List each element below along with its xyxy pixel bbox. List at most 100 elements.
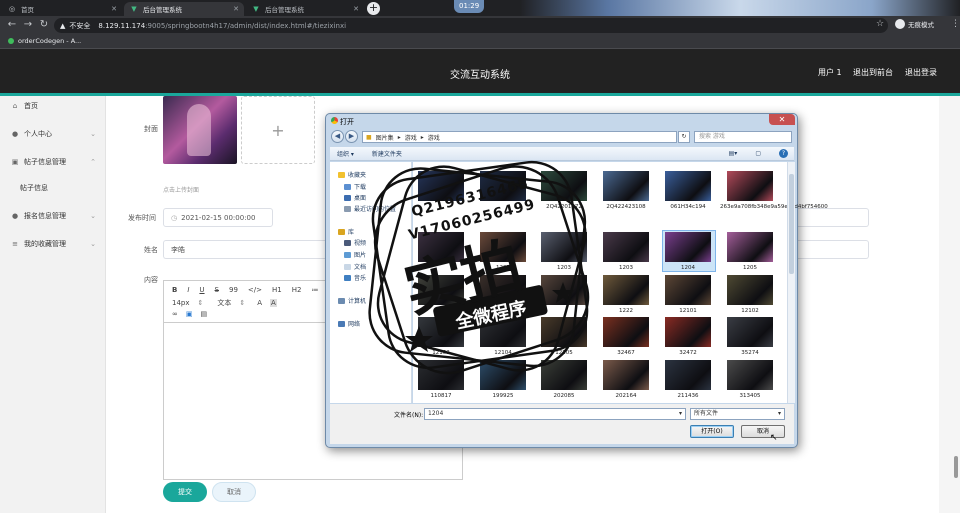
file-thumbnail-image[interactable]	[727, 171, 773, 201]
sidebar-item-posts[interactable]: ▣ 帖子信息管理 ⌃	[0, 151, 106, 173]
publish-time-input[interactable]: ◷ 2021-02-15 00:00:00	[163, 208, 273, 227]
forward-icon[interactable]: →	[22, 19, 34, 31]
nav-network[interactable]: 网络	[338, 319, 360, 328]
url-input[interactable]: ▲ 不安全 8.129.11.174 :9005/springbootn4h17…	[54, 18, 888, 33]
menu-icon[interactable]: ⋮	[951, 19, 960, 29]
file-thumbnail-image[interactable]	[541, 317, 587, 347]
dialog-breadcrumb[interactable]: ■ 图片集 ▸ 游戏 ▸ 游戏	[362, 131, 677, 143]
dialog-cancel-button[interactable]: 取消	[741, 425, 785, 438]
file-thumbnail-image[interactable]	[727, 275, 773, 305]
submit-button[interactable]: 提交	[163, 482, 207, 502]
file-thumbnail-image[interactable]	[665, 232, 711, 262]
file-thumbnail-image[interactable]	[603, 360, 649, 390]
file-thumbnail-image[interactable]	[665, 360, 711, 390]
file-thumbnail-image[interactable]	[603, 317, 649, 347]
file-thumbnail-image[interactable]	[541, 275, 587, 305]
file-thumbnail-image[interactable]	[603, 275, 649, 305]
scrollbar-thumb[interactable]	[954, 456, 958, 478]
ordered-list-button[interactable]: ≔	[311, 286, 318, 294]
file-thumbnail-image[interactable]	[727, 317, 773, 347]
refresh-icon[interactable]: ↻	[678, 131, 690, 143]
profile-button[interactable]: 无痕模式	[895, 19, 934, 29]
reload-icon[interactable]: ↻	[38, 19, 50, 31]
browser-tab-1[interactable]: ▼ 后台管理系统 ✕	[124, 2, 244, 16]
right-input-fragment[interactable]	[795, 208, 869, 227]
file-thumbnail-image[interactable]	[603, 232, 649, 262]
image-icon[interactable]: ▣	[186, 310, 193, 318]
file-thumbnail-image[interactable]	[480, 360, 526, 390]
header-front-link[interactable]: 退出到前台	[853, 67, 893, 78]
nav-computer[interactable]: 计算机	[338, 296, 366, 305]
file-thumbnail-image[interactable]	[480, 275, 526, 305]
dialog-close-button[interactable]: ✕	[769, 114, 795, 125]
quote-button[interactable]: 99	[229, 286, 238, 294]
bold-button[interactable]: B	[172, 286, 177, 294]
font-type-select[interactable]: 文本	[217, 298, 231, 308]
file-thumbnail-image[interactable]	[541, 171, 587, 201]
file-thumbnail-image[interactable]	[665, 171, 711, 201]
file-thumbnail-image[interactable]	[418, 360, 464, 390]
right-input-fragment[interactable]	[795, 240, 869, 259]
close-icon[interactable]: ✕	[353, 5, 359, 13]
file-thumbnail-image[interactable]	[480, 317, 526, 347]
file-thumbnail-image[interactable]	[480, 171, 526, 201]
file-thumbnail-image[interactable]	[665, 317, 711, 347]
filename-input[interactable]: 1204 ▾	[424, 408, 686, 420]
font-size-select[interactable]: 14px	[172, 299, 190, 307]
file-thumbnail-image[interactable]	[727, 232, 773, 262]
code-button[interactable]: </>	[248, 286, 262, 294]
crumb[interactable]: 游戏	[428, 133, 440, 142]
dialog-scrollbar[interactable]	[787, 162, 795, 403]
sidebar-item-personal[interactable]: ● 个人中心 ⌄	[0, 123, 106, 145]
file-thumbnail-image[interactable]	[541, 232, 587, 262]
file-thumbnail-image[interactable]	[418, 317, 464, 347]
sidebar-item-favorites[interactable]: ≡ 我的收藏管理 ⌄	[0, 233, 106, 255]
crumb[interactable]: 图片集	[376, 133, 394, 142]
video-icon[interactable]: ▤	[200, 310, 207, 318]
nav-desktop[interactable]: 桌面	[344, 193, 366, 202]
sidebar-subitem-post-info[interactable]: 帖子信息	[0, 177, 106, 199]
nav-videos[interactable]: 视频	[344, 238, 366, 247]
close-icon[interactable]: ✕	[233, 5, 239, 13]
view-options-icon[interactable]: ▤▾	[729, 150, 738, 157]
link-icon[interactable]: ∞	[172, 310, 178, 318]
cancel-button[interactable]: 取消	[212, 482, 256, 502]
upload-button[interactable]: +	[241, 96, 315, 164]
sidebar-item-signups[interactable]: ● 报名信息管理 ⌄	[0, 205, 106, 227]
preview-pane-icon[interactable]: ▢	[755, 150, 761, 157]
file-thumbnail-image[interactable]	[480, 232, 526, 262]
dialog-forward-icon[interactable]: ▶	[345, 130, 358, 143]
header-user-link[interactable]: 用户 1	[818, 67, 842, 78]
filetype-select[interactable]: 所有文件 ▾	[690, 408, 785, 420]
file-thumbnail-image[interactable]	[603, 171, 649, 201]
font-color-icon[interactable]: A	[257, 299, 262, 307]
help-icon[interactable]: ?	[779, 149, 788, 158]
underline-button[interactable]: U	[199, 286, 204, 294]
browser-tab-0[interactable]: ◎ 首页 ✕	[2, 2, 122, 16]
file-thumbnail-image[interactable]	[418, 171, 464, 201]
dialog-back-icon[interactable]: ◀	[331, 130, 344, 143]
new-folder-button[interactable]: 新建文件夹	[372, 149, 402, 158]
nav-downloads[interactable]: 下载	[344, 182, 366, 191]
chevron-down-icon[interactable]: ▾	[679, 409, 682, 419]
dialog-open-button[interactable]: 打开(O)	[690, 425, 734, 438]
header-logout-link[interactable]: 退出登录	[905, 67, 937, 78]
page-scrollbar[interactable]	[939, 96, 960, 513]
scrollbar-thumb[interactable]	[789, 174, 794, 274]
new-tab-button[interactable]: +	[367, 2, 380, 15]
sidebar-item-home[interactable]: ⌂ 首页	[0, 95, 106, 117]
strike-button[interactable]: S	[215, 286, 219, 294]
file-thumbnail-image[interactable]	[541, 360, 587, 390]
h1-button[interactable]: H1	[272, 286, 282, 294]
h2-button[interactable]: H2	[292, 286, 302, 294]
nav-libraries[interactable]: 库	[338, 227, 354, 236]
file-thumbnail-image[interactable]	[418, 232, 464, 262]
dialog-search-input[interactable]: 搜索 游戏	[694, 131, 792, 143]
italic-button[interactable]: I	[187, 286, 189, 294]
nav-favorites[interactable]: 收藏夹	[338, 170, 366, 179]
name-input[interactable]: 李皓	[163, 240, 326, 259]
close-icon[interactable]: ✕	[111, 5, 117, 13]
crumb[interactable]: 游戏	[405, 133, 417, 142]
cover-image[interactable]	[163, 96, 237, 164]
file-thumbnail-image[interactable]	[727, 360, 773, 390]
